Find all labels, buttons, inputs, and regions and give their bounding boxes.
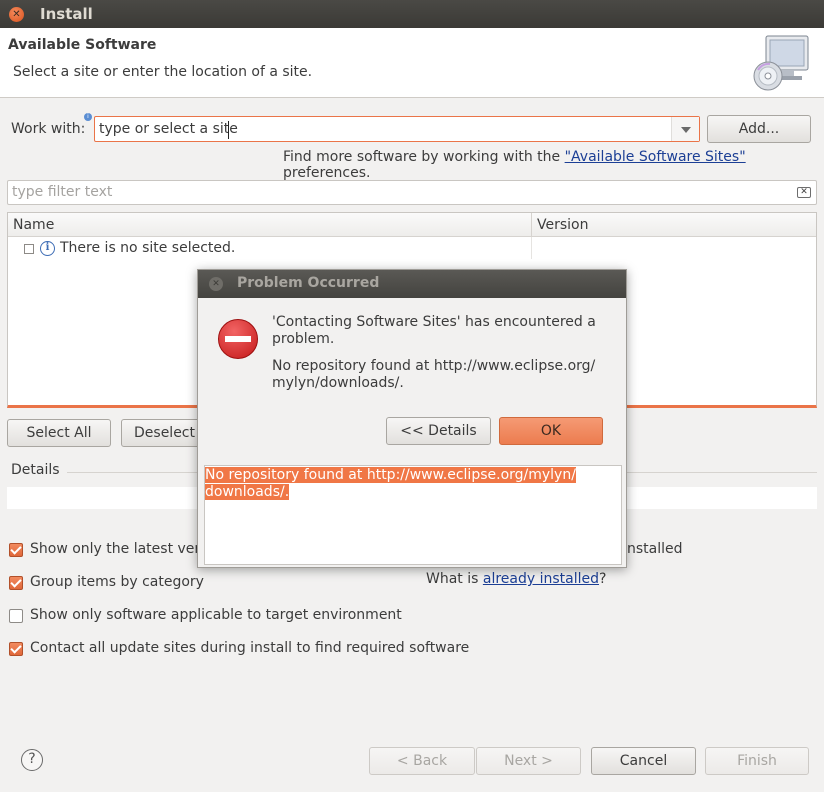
chevron-down-icon (681, 127, 691, 133)
clear-filter-icon[interactable]: ✕ (797, 187, 811, 198)
sites-hint: Find more software by working with the "… (283, 149, 824, 181)
work-with-combo[interactable]: type or select a site (94, 116, 700, 142)
already-installed-link[interactable]: already installed (483, 571, 599, 587)
info-icon: i (84, 113, 92, 121)
hide-installed-label-tail: nstalled (627, 541, 683, 557)
install-software-icon (753, 35, 809, 91)
target-env-checkbox[interactable] (9, 609, 23, 623)
info-icon: i (40, 241, 55, 256)
error-icon (218, 319, 258, 359)
close-icon[interactable]: ✕ (209, 277, 223, 291)
selected-details-text: No repository found at http://www.eclips… (205, 467, 576, 501)
text-cursor (228, 121, 229, 139)
problem-dialog: ✕ Problem Occurred 'Contacting Software … (197, 269, 627, 568)
group-by-category-checkbox[interactable] (9, 576, 23, 590)
sites-hint-prefix: Find more software by working with the (283, 149, 565, 165)
available-software-sites-link[interactable]: "Available Software Sites" (565, 149, 746, 165)
table-header: Name Version (8, 213, 816, 237)
already-installed-prefix: What is (426, 571, 483, 587)
back-button[interactable]: < Back (369, 747, 475, 775)
details-text-line: No repository found at http://www.eclips… (205, 467, 576, 483)
next-button[interactable]: Next > (476, 747, 581, 775)
group-by-category-label: Group items by category (30, 574, 204, 590)
page-subtitle: Select a site or enter the location of a… (13, 64, 313, 80)
wizard-banner: Available Software Select a site or ente… (0, 28, 824, 98)
dialog-message-line: problem. (272, 331, 335, 347)
details-toggle-button[interactable]: << Details (386, 417, 491, 445)
dialog-message: 'Contacting Software Sites' has encounte… (272, 314, 596, 348)
details-legend: Details (11, 462, 60, 478)
work-with-label: Work with: (11, 121, 86, 137)
dialog-details-text[interactable]: No repository found at http://www.eclips… (204, 465, 622, 565)
work-with-input[interactable]: type or select a site (99, 121, 238, 137)
contact-update-sites-label: Contact all update sites during install … (30, 640, 470, 656)
filter-input[interactable]: type filter text ✕ (7, 180, 817, 205)
show-latest-checkbox[interactable] (9, 543, 23, 557)
column-divider (531, 213, 532, 237)
window-title: Install (40, 5, 93, 23)
dialog-title: Problem Occurred (237, 275, 380, 291)
filter-placeholder: type filter text (12, 184, 113, 200)
window-titlebar: ✕ Install (0, 0, 824, 28)
details-text-line: downloads/. (205, 484, 290, 500)
help-icon[interactable]: ? (21, 749, 43, 771)
ok-button[interactable]: OK (499, 417, 603, 445)
already-installed-text: What is already installed? (426, 571, 606, 587)
column-header-version[interactable]: Version (537, 217, 588, 233)
dialog-detail-line: mylyn/downloads/. (272, 375, 404, 391)
combo-dropdown-button[interactable] (671, 117, 699, 141)
already-installed-suffix: ? (599, 571, 607, 587)
dialog-detail-line: No repository found at http://www.eclips… (272, 358, 596, 374)
column-header-name[interactable]: Name (13, 217, 54, 233)
cancel-button[interactable]: Cancel (591, 747, 696, 775)
dialog-message-line: 'Contacting Software Sites' has encounte… (272, 314, 596, 330)
contact-update-sites-checkbox[interactable] (9, 642, 23, 656)
dialog-titlebar: ✕ Problem Occurred (198, 270, 626, 298)
row-name: There is no site selected. (60, 240, 236, 256)
add-site-button[interactable]: Add... (707, 115, 811, 143)
target-env-label: Show only software applicable to target … (30, 607, 402, 623)
dialog-detail-summary: No repository found at http://www.eclips… (272, 358, 595, 392)
sites-hint-suffix: preferences. (283, 165, 371, 181)
table-row[interactable]: i There is no site selected. (8, 239, 816, 261)
finish-button[interactable]: Finish (705, 747, 809, 775)
show-latest-label: Show only the latest versi (30, 541, 212, 557)
page-title: Available Software (8, 37, 157, 53)
row-checkbox[interactable] (24, 244, 34, 254)
close-icon[interactable]: ✕ (9, 7, 24, 22)
select-all-button[interactable]: Select All (7, 419, 111, 447)
